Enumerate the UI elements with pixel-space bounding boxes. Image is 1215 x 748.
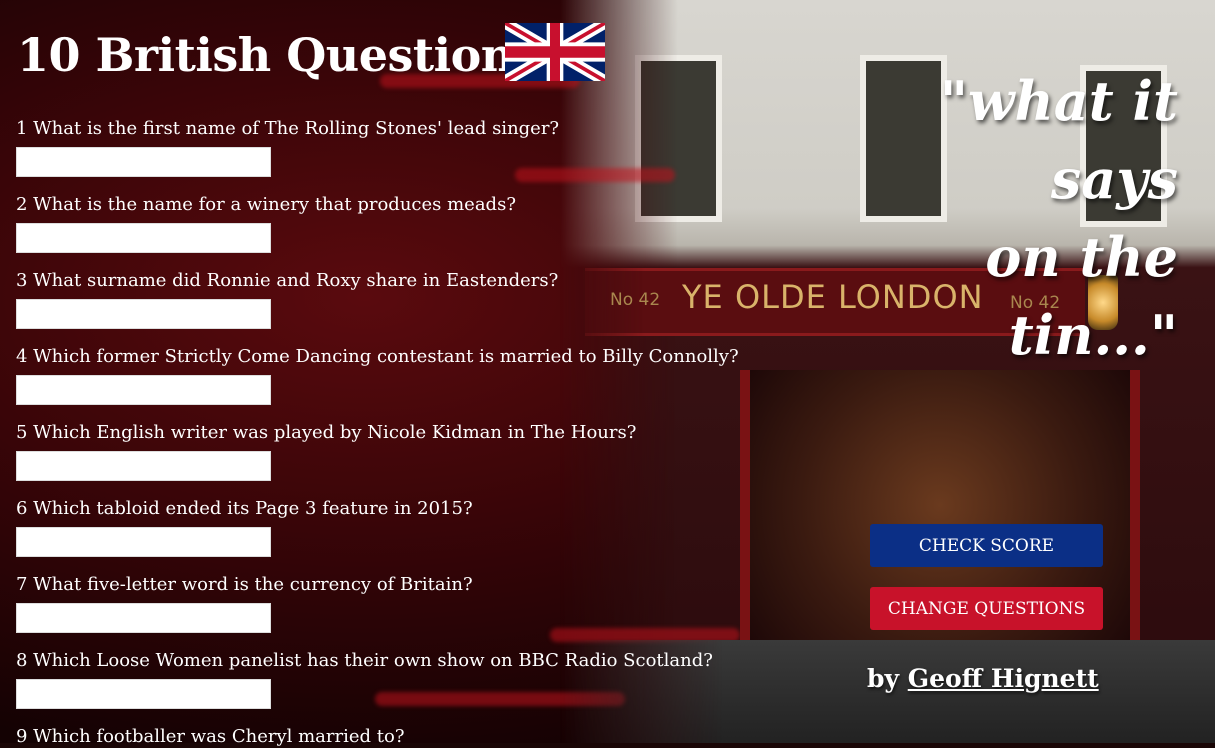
answer-input[interactable]: [16, 451, 271, 481]
change-questions-button[interactable]: CHANGE QUESTIONS: [870, 587, 1103, 630]
question-text: 6 Which tabloid ended its Page 3 feature…: [16, 498, 473, 519]
question-item: 1 What is the first name of The Rolling …: [16, 118, 776, 177]
question-item: 2 What is the name for a winery that pro…: [16, 194, 776, 253]
question-text: 8 Which Loose Women panelist has their o…: [16, 650, 713, 671]
page-title: 10 British Questions: [17, 28, 540, 82]
answer-input[interactable]: [16, 223, 271, 253]
question-item: 4 Which former Strictly Come Dancing con…: [16, 346, 776, 405]
question-text: 5 Which English writer was played by Nic…: [16, 422, 637, 443]
tagline: "what it says on the tin...": [808, 62, 1178, 374]
answer-input[interactable]: [16, 679, 271, 709]
answer-input[interactable]: [16, 299, 271, 329]
check-score-button[interactable]: CHECK SCORE: [870, 524, 1103, 567]
answer-input[interactable]: [16, 375, 271, 405]
question-text: 9 Which footballer was Cheryl married to…: [16, 726, 405, 747]
byline-prefix: by: [867, 664, 900, 693]
answer-input[interactable]: [16, 527, 271, 557]
question-text: 1 What is the first name of The Rolling …: [16, 118, 560, 139]
byline: by Geoff Hignett: [867, 664, 1099, 693]
tagline-line: "what it says: [939, 69, 1178, 211]
author-link[interactable]: Geoff Hignett: [908, 664, 1099, 693]
question-item: 8 Which Loose Women panelist has their o…: [16, 650, 776, 709]
question-text: 3 What surname did Ronnie and Roxy share…: [16, 270, 559, 291]
question-item: 7 What five-letter word is the currency …: [16, 574, 776, 633]
answer-input[interactable]: [16, 603, 271, 633]
question-text: 2 What is the name for a winery that pro…: [16, 194, 516, 215]
question-item: 5 Which English writer was played by Nic…: [16, 422, 776, 481]
question-item: 6 Which tabloid ended its Page 3 feature…: [16, 498, 776, 557]
union-jack-flag-icon: [505, 23, 605, 81]
question-item: 9 Which footballer was Cheryl married to…: [16, 726, 776, 748]
question-text: 7 What five-letter word is the currency …: [16, 574, 473, 595]
tagline-line: on the tin...": [985, 225, 1178, 367]
question-item: 3 What surname did Ronnie and Roxy share…: [16, 270, 776, 329]
answer-input[interactable]: [16, 147, 271, 177]
question-text: 4 Which former Strictly Come Dancing con…: [16, 346, 739, 367]
